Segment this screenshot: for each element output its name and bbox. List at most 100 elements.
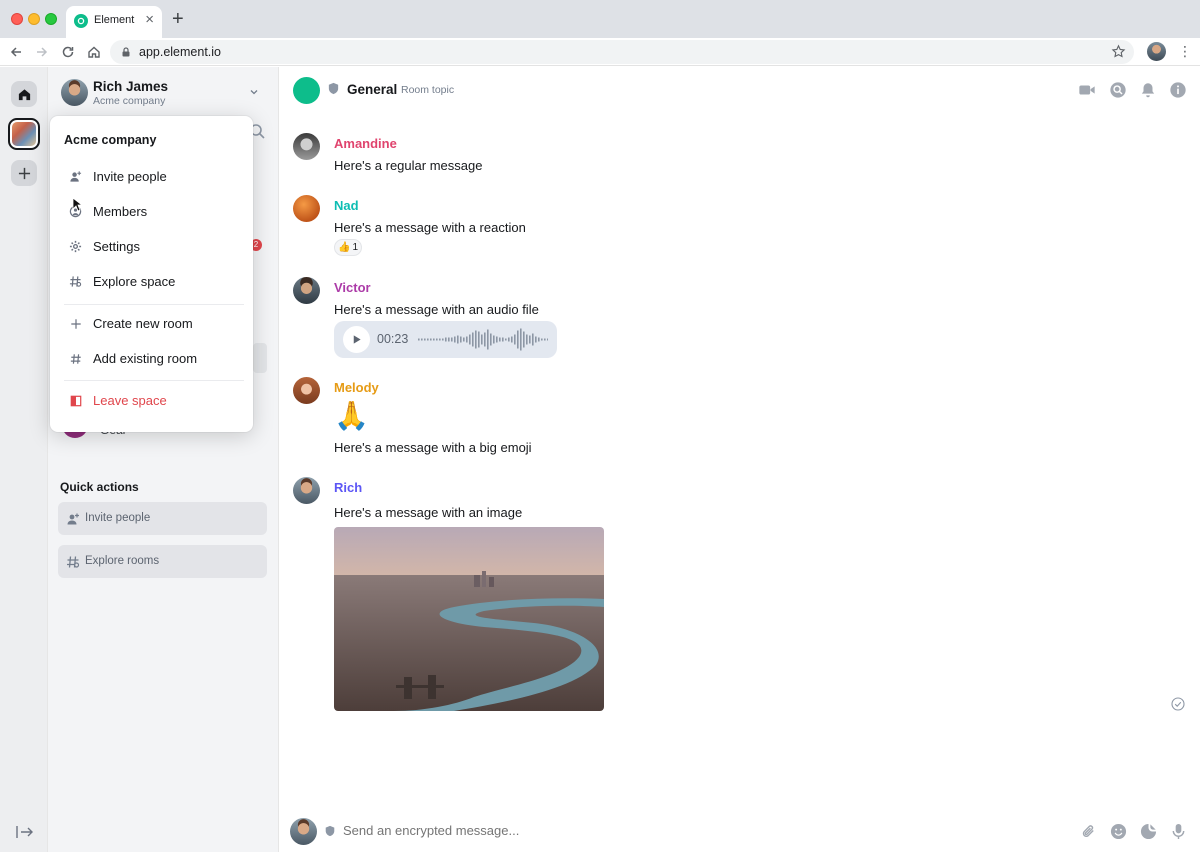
menu-item-invite-people[interactable]: Invite people bbox=[64, 166, 244, 188]
message-input[interactable] bbox=[343, 823, 1043, 838]
chevron-down-icon[interactable] bbox=[249, 87, 259, 97]
sender-name[interactable]: Rich bbox=[334, 480, 362, 495]
quick-action-label: Invite people bbox=[85, 512, 151, 524]
space-avatar-acme[interactable] bbox=[8, 118, 40, 150]
waveform-bar bbox=[424, 338, 426, 341]
message-image[interactable] bbox=[334, 527, 604, 711]
audio-player[interactable]: 00:23 bbox=[334, 321, 557, 358]
attachment-paperclip-icon[interactable] bbox=[1078, 821, 1098, 841]
message-body: Here's a message with a reaction bbox=[334, 220, 526, 235]
microphone-icon[interactable] bbox=[1168, 821, 1188, 841]
browser-menu-icon[interactable]: ⋮ bbox=[1178, 44, 1192, 58]
read-receipt-check-icon[interactable] bbox=[1171, 697, 1185, 711]
menu-item-explore-space[interactable]: Explore space bbox=[64, 271, 244, 293]
waveform-bar bbox=[433, 338, 435, 341]
menu-item-leave-space[interactable]: Leave space bbox=[64, 390, 244, 412]
waveform-bar bbox=[502, 337, 504, 342]
window-minimize-button[interactable] bbox=[28, 13, 40, 25]
home-space-button[interactable] bbox=[11, 81, 37, 107]
waveform-bar bbox=[442, 338, 444, 341]
menu-item-members[interactable]: Members bbox=[64, 201, 244, 223]
waveform-bar bbox=[448, 337, 450, 342]
waveform-bar bbox=[499, 337, 501, 342]
forward-arrow-icon[interactable] bbox=[33, 43, 51, 61]
mouse-cursor-icon bbox=[72, 197, 82, 212]
create-space-button[interactable] bbox=[11, 160, 37, 186]
menu-item-label: Settings bbox=[93, 239, 140, 254]
waveform-bar bbox=[430, 338, 432, 341]
menu-divider bbox=[64, 380, 244, 381]
sender-name[interactable]: Amandine bbox=[334, 136, 397, 151]
search-icon[interactable] bbox=[1108, 80, 1128, 100]
home-icon bbox=[18, 88, 30, 100]
message-body: Here's a message with a big emoji bbox=[334, 440, 532, 455]
menu-item-create-new-room[interactable]: Create new room bbox=[64, 313, 244, 335]
video-call-icon[interactable] bbox=[1077, 80, 1097, 100]
room-avatar[interactable] bbox=[293, 77, 320, 104]
back-arrow-icon[interactable] bbox=[7, 43, 25, 61]
sticker-icon[interactable] bbox=[1138, 821, 1158, 841]
shield-icon bbox=[328, 82, 339, 95]
reload-icon[interactable] bbox=[59, 43, 77, 61]
menu-item-label: Leave space bbox=[93, 393, 167, 408]
waveform-bar bbox=[436, 338, 438, 341]
room-info-icon[interactable] bbox=[1168, 80, 1188, 100]
browser-profile-avatar[interactable] bbox=[1147, 42, 1166, 61]
praying-hands-icon: 🙏 bbox=[334, 400, 369, 431]
menu-item-settings[interactable]: Settings bbox=[64, 236, 244, 258]
sender-avatar[interactable] bbox=[293, 195, 320, 222]
menu-item-label: Create new room bbox=[93, 316, 193, 331]
quick-explore-rooms-button[interactable]: Explore rooms bbox=[58, 545, 267, 578]
waveform-bar bbox=[532, 333, 534, 346]
sender-name[interactable]: Victor bbox=[334, 280, 371, 295]
window-close-button[interactable] bbox=[11, 13, 23, 25]
user-name[interactable]: Rich James bbox=[93, 79, 168, 94]
waveform-bar bbox=[460, 336, 462, 343]
waveform-bar bbox=[538, 337, 540, 342]
room-topic[interactable]: Room topic bbox=[401, 84, 454, 96]
browser-tab[interactable]: Element × bbox=[66, 6, 162, 38]
sender-avatar[interactable] bbox=[293, 277, 320, 304]
room-list-item[interactable] bbox=[253, 343, 267, 373]
waveform-bar bbox=[481, 334, 483, 345]
emoji-icon[interactable] bbox=[1108, 821, 1128, 841]
sender-name[interactable]: Melody bbox=[334, 380, 379, 395]
waveform-bar bbox=[475, 330, 477, 349]
quick-actions-title: Quick actions bbox=[60, 480, 139, 494]
notifications-bell-icon[interactable] bbox=[1138, 80, 1158, 100]
waveform-bar bbox=[445, 337, 447, 342]
audio-waveform[interactable] bbox=[418, 327, 548, 352]
quick-invite-people-button[interactable]: Invite people bbox=[58, 502, 267, 535]
waveform-bar bbox=[472, 332, 474, 347]
waveform-bar bbox=[484, 332, 486, 347]
new-tab-button[interactable]: + bbox=[172, 9, 184, 29]
waveform-bar bbox=[478, 331, 480, 348]
expand-panel-icon[interactable] bbox=[15, 824, 35, 840]
user-avatar[interactable] bbox=[61, 79, 88, 106]
tab-close-icon[interactable]: × bbox=[145, 12, 154, 28]
message-body: Here's a message with an audio file bbox=[334, 302, 539, 317]
leave-icon bbox=[68, 393, 83, 408]
url-field[interactable]: app.element.io bbox=[110, 40, 1134, 64]
room-view: General Room topic Amandine Here's a reg… bbox=[279, 67, 1200, 852]
bookmark-star-icon[interactable] bbox=[1111, 44, 1126, 59]
room-name[interactable]: General bbox=[347, 82, 397, 97]
home-icon[interactable] bbox=[85, 43, 103, 61]
sender-avatar[interactable] bbox=[293, 477, 320, 504]
waveform-bar bbox=[454, 336, 456, 343]
person-add-icon bbox=[67, 513, 79, 525]
explore-icon bbox=[68, 274, 83, 289]
window-zoom-button[interactable] bbox=[45, 13, 57, 25]
room-header: General Room topic bbox=[279, 67, 1200, 113]
sender-avatar[interactable] bbox=[293, 133, 320, 160]
play-icon[interactable] bbox=[343, 326, 370, 353]
sender-avatar[interactable] bbox=[293, 377, 320, 404]
menu-item-add-existing-room[interactable]: Add existing room bbox=[64, 348, 244, 370]
reaction-pill[interactable]: 👍 1 bbox=[334, 239, 362, 256]
waveform-bar bbox=[457, 335, 459, 344]
waveform-bar bbox=[493, 335, 495, 344]
element-app: Rich James Acme company 2 Gear Quick act… bbox=[0, 67, 1200, 852]
waveform-bar bbox=[451, 337, 453, 342]
hash-icon bbox=[68, 351, 83, 366]
sender-name[interactable]: Nad bbox=[334, 198, 359, 213]
